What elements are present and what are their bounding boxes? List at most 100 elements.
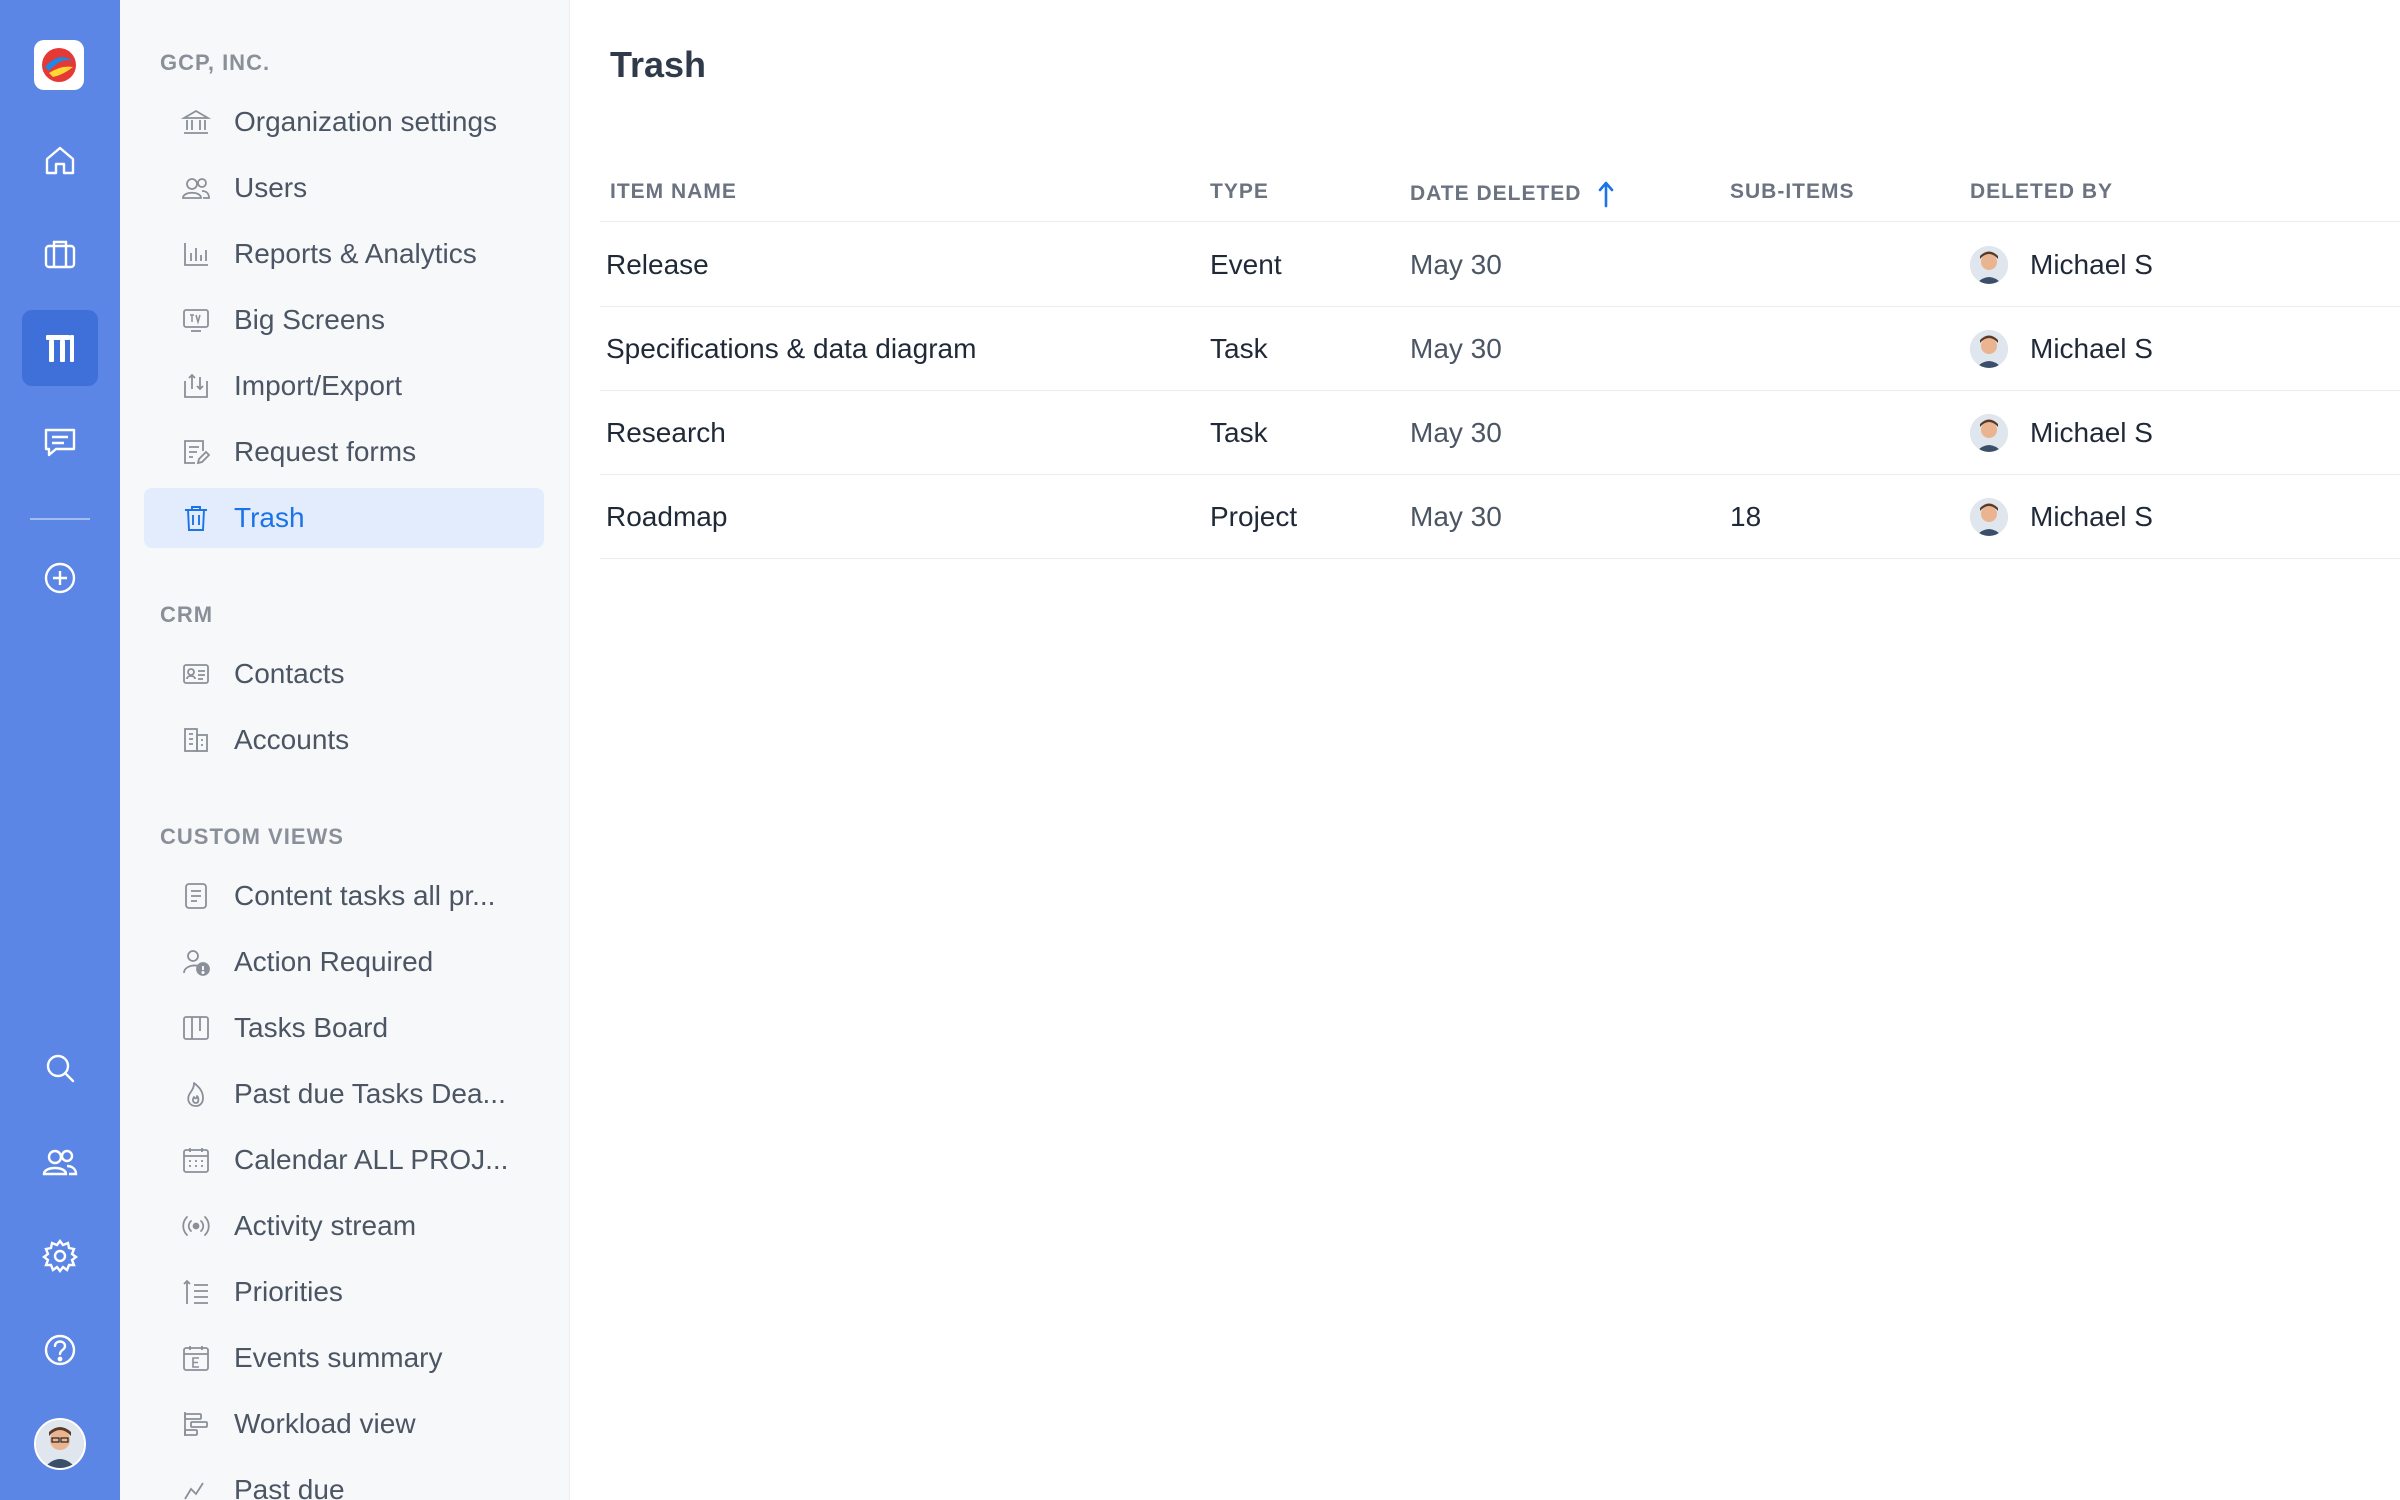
item-name: Roadmap xyxy=(606,501,728,532)
sidebar-item-tasks-board[interactable]: Tasks Board xyxy=(144,998,544,1058)
sidebar-item-label: Reports & Analytics xyxy=(234,238,477,269)
workload-icon xyxy=(180,1408,212,1440)
building-icon xyxy=(180,724,212,756)
date-deleted: May 30 xyxy=(1410,501,1502,532)
deleted-by: Michael S xyxy=(1970,475,2153,559)
sidebar-item-label: Past due Tasks Dea... xyxy=(234,1078,506,1109)
table-row[interactable]: Research Task May 30 Michael S xyxy=(600,391,2400,475)
item-name: Specifications & data diagram xyxy=(606,333,977,364)
workspace-icon[interactable] xyxy=(22,310,98,386)
column-header-date-deleted[interactable]: DATE DELETED xyxy=(1410,180,1617,208)
table-row[interactable]: Release Event May 30 Michael S xyxy=(600,223,2400,307)
avatar xyxy=(1970,246,2008,284)
deleted-by-name: Michael S xyxy=(2030,417,2153,448)
event-calendar-icon xyxy=(180,1342,212,1374)
import-export-icon xyxy=(180,370,212,402)
settings-sidebar: GCP, INC. Organization settings Users Re… xyxy=(120,0,570,1500)
sidebar-item-trash[interactable]: Trash xyxy=(144,488,544,548)
search-icon[interactable] xyxy=(22,1030,98,1106)
section-title-crm: CRM xyxy=(160,602,214,627)
app-logo[interactable] xyxy=(34,40,84,90)
sidebar-item-label: Request forms xyxy=(234,436,417,467)
briefcase-icon[interactable] xyxy=(22,216,98,292)
sidebar-item-label: Content tasks all pr... xyxy=(234,880,496,911)
board-icon xyxy=(180,1012,212,1044)
sidebar-item-label: Accounts xyxy=(234,724,350,755)
sidebar-item-content-tasks[interactable]: Content tasks all pr... xyxy=(144,866,544,926)
sidebar-item-label: Activity stream xyxy=(234,1210,417,1241)
flame-icon xyxy=(180,1078,212,1110)
add-icon[interactable] xyxy=(22,540,98,616)
column-header-type[interactable]: TYPE xyxy=(1210,180,1269,204)
sidebar-item-users[interactable]: Users xyxy=(144,158,544,218)
list-doc-icon xyxy=(180,880,212,912)
sidebar-item-label: Trash xyxy=(234,502,305,533)
sidebar-item-action-required[interactable]: Action Required xyxy=(144,932,544,992)
sidebar-item-import-export[interactable]: Import/Export xyxy=(144,356,544,416)
sidebar-item-label: Users xyxy=(234,172,308,203)
sidebar-item-calendar[interactable]: Calendar ALL PROJ... xyxy=(144,1130,544,1190)
logo-icon xyxy=(42,48,76,82)
column-label: SUB-ITEMS xyxy=(1730,180,1855,203)
main-content: Trash ITEM NAME TYPE DATE DELETED SUB-IT… xyxy=(570,0,2400,1500)
table-row[interactable]: Specifications & data diagram Task May 3… xyxy=(600,307,2400,391)
sidebar-item-request-forms[interactable]: Request forms xyxy=(144,422,544,482)
item-type: Task xyxy=(1210,417,1268,448)
sidebar-item-label: Past due xyxy=(234,1474,345,1500)
column-header-deleted-by[interactable]: DELETED BY xyxy=(1970,180,2113,204)
table-row[interactable]: Roadmap Project May 30 18 Michael S xyxy=(600,475,2400,559)
chart-icon xyxy=(180,1474,212,1500)
sidebar-item-priorities[interactable]: Priorities xyxy=(144,1262,544,1322)
broadcast-icon xyxy=(180,1210,212,1242)
item-name: Research xyxy=(606,417,726,448)
bank-icon xyxy=(180,106,212,138)
avatar xyxy=(1970,414,2008,452)
form-icon xyxy=(180,436,212,468)
deleted-by-name: Michael S xyxy=(2030,249,2153,280)
sidebar-item-label: Tasks Board xyxy=(234,1012,389,1043)
sidebar-item-activity-stream[interactable]: Activity stream xyxy=(144,1196,544,1256)
team-icon[interactable] xyxy=(22,1124,98,1200)
sidebar-item-events-summary[interactable]: Events summary xyxy=(144,1328,544,1388)
deleted-by: Michael S xyxy=(1970,223,2153,307)
deleted-by: Michael S xyxy=(1970,391,2153,475)
sidebar-item-reports-analytics[interactable]: Reports & Analytics xyxy=(144,224,544,284)
sidebar-item-organization-settings[interactable]: Organization settings xyxy=(144,92,544,152)
column-label: DATE DELETED xyxy=(1410,182,1582,205)
settings-icon[interactable] xyxy=(22,1218,98,1294)
sidebar-item-label: Priorities xyxy=(234,1276,343,1307)
home-icon[interactable] xyxy=(22,122,98,198)
calendar-icon xyxy=(180,1144,212,1176)
users-icon xyxy=(180,172,212,204)
deleted-by-name: Michael S xyxy=(2030,333,2153,364)
trash-icon xyxy=(180,502,212,534)
sidebar-item-past-due-tasks[interactable]: Past due Tasks Dea... xyxy=(144,1064,544,1124)
sidebar-item-past-due[interactable]: Past due xyxy=(144,1460,544,1500)
avatar xyxy=(1970,330,2008,368)
sidebar-item-label: Big Screens xyxy=(234,304,385,335)
deleted-by: Michael S xyxy=(1970,307,2153,391)
column-label: DELETED BY xyxy=(1970,180,2114,203)
help-icon[interactable] xyxy=(22,1312,98,1388)
page-title: Trash xyxy=(610,44,707,85)
section-title-custom-views: CUSTOM VIEWS xyxy=(160,824,344,849)
current-user-avatar[interactable] xyxy=(34,1418,86,1470)
priorities-icon xyxy=(180,1276,212,1308)
item-name: Release xyxy=(606,249,709,280)
sort-ascending-icon xyxy=(1599,181,1614,208)
item-type: Event xyxy=(1210,249,1282,280)
sidebar-item-contacts[interactable]: Contacts xyxy=(144,644,544,704)
chat-icon[interactable] xyxy=(22,404,98,480)
avatar xyxy=(1970,498,2008,536)
column-header-sub-items[interactable]: SUB-ITEMS xyxy=(1730,180,1855,204)
sidebar-item-big-screens[interactable]: Big Screens xyxy=(144,290,544,350)
column-label: TYPE xyxy=(1210,180,1269,203)
item-type: Task xyxy=(1210,333,1268,364)
column-header-item-name[interactable]: ITEM NAME xyxy=(610,180,737,204)
sidebar-item-workload-view[interactable]: Workload view xyxy=(144,1394,544,1454)
user-alert-icon xyxy=(180,946,212,978)
item-type: Project xyxy=(1210,501,1298,532)
date-deleted: May 30 xyxy=(1410,333,1502,364)
sidebar-item-accounts[interactable]: Accounts xyxy=(144,710,544,770)
date-deleted: May 30 xyxy=(1410,417,1502,448)
